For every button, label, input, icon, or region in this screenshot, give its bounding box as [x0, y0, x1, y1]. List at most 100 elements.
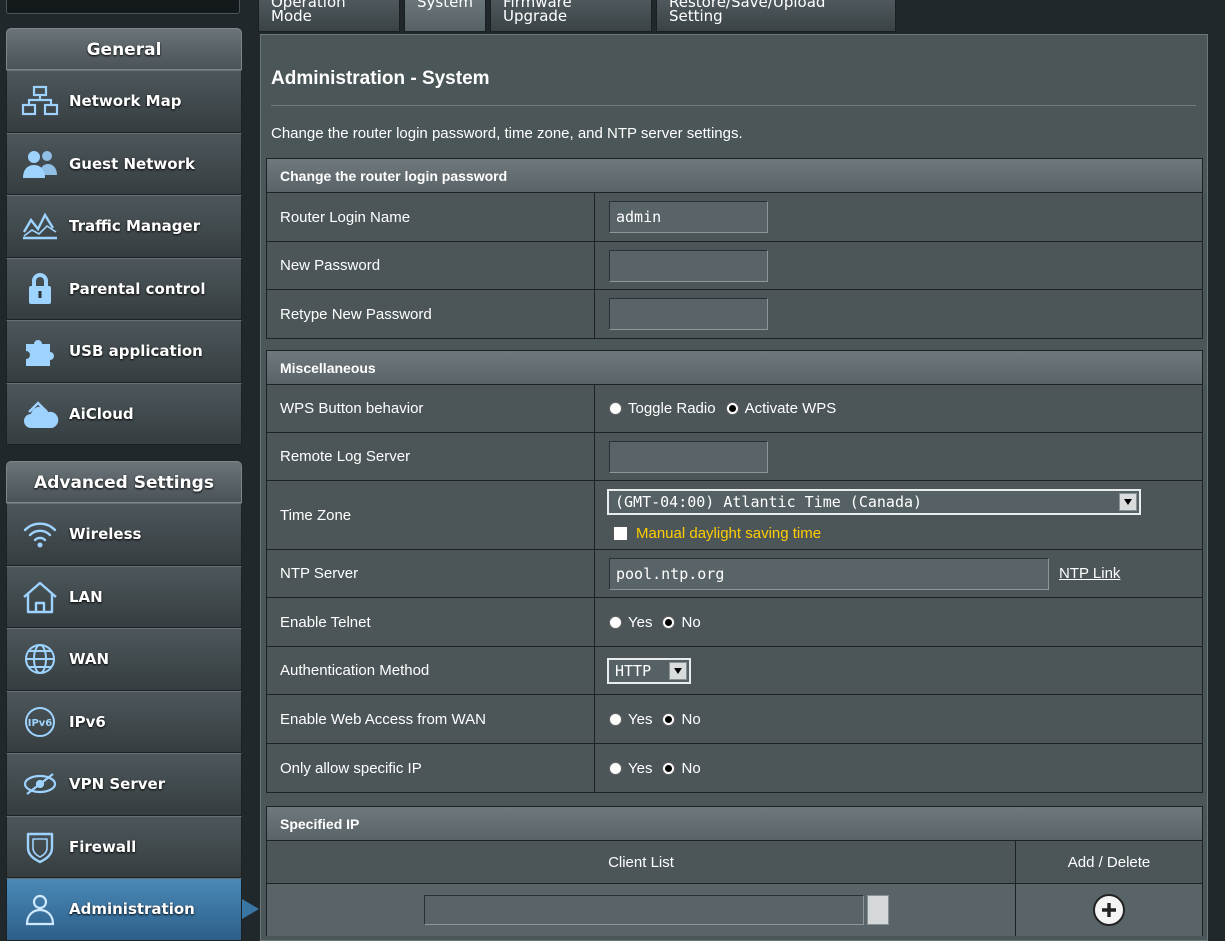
- add-ip-button[interactable]: [1093, 894, 1125, 926]
- sidebar: General Network Map Guest Network Traffi…: [0, 0, 259, 941]
- sidebar-item-guest-network[interactable]: Guest Network: [6, 132, 242, 195]
- sidebar-advanced-header: Advanced Settings: [6, 461, 242, 503]
- house-icon: [13, 577, 67, 617]
- sidebar-item-label: VPN Server: [69, 775, 166, 794]
- row-label: NTP Server: [267, 550, 595, 597]
- sidebar-general-group: General Network Map Guest Network Traffi…: [6, 28, 242, 445]
- globe-icon: [13, 639, 67, 679]
- sidebar-item-label: Administration: [69, 900, 195, 919]
- sidebar-item-label: LAN: [69, 587, 103, 606]
- new-password-input[interactable]: [609, 249, 768, 282]
- row-remote-log-server: Remote Log Server: [267, 433, 1202, 481]
- sidebar-advanced-group: Advanced Settings Wireless LAN WAN IPv6 …: [6, 461, 259, 941]
- remote-log-server-input[interactable]: [609, 440, 768, 473]
- sidebar-item-aicloud[interactable]: AiCloud: [6, 382, 242, 445]
- client-list-dropdown-button[interactable]: [867, 895, 889, 925]
- radio-dot[interactable]: [609, 712, 622, 726]
- row-specific-ip: Only allow specific IP Yes No: [267, 744, 1202, 792]
- row-new-password: New Password: [267, 242, 1202, 290]
- wifi-icon: [13, 514, 67, 554]
- tab-operation-mode[interactable]: Operation Mode: [258, 0, 400, 32]
- sidebar-item-label: Firewall: [69, 837, 137, 856]
- row-web-access-wan: Enable Web Access from WAN Yes No: [267, 695, 1202, 744]
- cloud-icon: [13, 394, 67, 434]
- sidebar-item-traffic-manager[interactable]: Traffic Manager: [6, 195, 242, 258]
- manual-dst-checkbox[interactable]: [613, 525, 628, 541]
- top-tabs: Operation Mode System Firmware Upgrade R…: [258, 0, 900, 32]
- puzzle-icon: [13, 331, 67, 371]
- ntp-link[interactable]: NTP Link: [1059, 565, 1120, 582]
- sidebar-item-vpn-server[interactable]: VPN Server: [6, 753, 242, 816]
- row-label: Authentication Method: [267, 647, 595, 694]
- web-access-yes-option[interactable]: Yes: [609, 711, 652, 728]
- row-label: Router Login Name: [267, 193, 595, 241]
- specific-ip-no-option[interactable]: No: [662, 760, 701, 777]
- sidebar-item-firewall[interactable]: Firewall: [6, 815, 242, 878]
- radio-dot[interactable]: [609, 615, 622, 629]
- radio-dot[interactable]: [662, 761, 676, 775]
- telnet-no-option[interactable]: No: [662, 614, 701, 631]
- section-header: Miscellaneous: [267, 351, 1202, 385]
- sidebar-item-ipv6[interactable]: IPv6 IPv6: [6, 690, 242, 753]
- row-ntp-server: NTP Server NTP Link: [267, 550, 1202, 598]
- page-title: Administration - System: [271, 68, 490, 89]
- sidebar-item-usb-application[interactable]: USB application: [6, 320, 242, 383]
- sidebar-item-label: WAN: [69, 650, 110, 669]
- sidebar-item-label: Traffic Manager: [69, 217, 201, 236]
- sidebar-item-label: Guest Network: [69, 154, 195, 173]
- network-map-icon: [13, 81, 67, 121]
- tab-system[interactable]: System: [404, 0, 486, 32]
- section-header: Specified IP: [267, 807, 1202, 841]
- shield-icon: [13, 827, 67, 867]
- sidebar-item-label: Parental control: [69, 279, 206, 298]
- wps-activate-wps-option[interactable]: Activate WPS: [725, 400, 836, 417]
- radio-dot[interactable]: [662, 615, 676, 629]
- radio-dot[interactable]: [662, 712, 676, 726]
- row-label: Time Zone: [267, 481, 595, 549]
- tab-restore-save-upload[interactable]: Restore/Save/Upload Setting: [656, 0, 896, 32]
- miscellaneous-section: Miscellaneous WPS Button behavior Toggle…: [266, 350, 1203, 793]
- radio-dot[interactable]: [725, 402, 739, 415]
- sidebar-item-lan[interactable]: LAN: [6, 565, 242, 628]
- sidebar-top-bar: [6, 0, 240, 14]
- lock-icon: [13, 269, 67, 309]
- router-login-name-input[interactable]: [609, 201, 768, 233]
- row-label: WPS Button behavior: [267, 385, 595, 432]
- sidebar-item-administration[interactable]: Administration: [6, 878, 259, 941]
- web-access-no-option[interactable]: No: [662, 711, 701, 728]
- sidebar-item-wireless[interactable]: Wireless: [6, 503, 242, 566]
- client-list-column-header: Client List: [267, 841, 1016, 883]
- row-label: Enable Telnet: [267, 598, 595, 646]
- row-router-login-name: Router Login Name: [267, 193, 1202, 242]
- chevron-down-icon[interactable]: [1119, 492, 1137, 511]
- table-row: [267, 884, 1202, 936]
- row-label: Enable Web Access from WAN: [267, 695, 595, 743]
- specific-ip-yes-option[interactable]: Yes: [609, 760, 652, 777]
- authentication-method-select[interactable]: HTTP: [607, 657, 691, 684]
- row-enable-telnet: Enable Telnet Yes No: [267, 598, 1202, 647]
- sidebar-item-parental-control[interactable]: Parental control: [6, 257, 242, 320]
- retype-password-input[interactable]: [609, 298, 768, 330]
- wps-toggle-radio-option[interactable]: Toggle Radio: [609, 400, 716, 417]
- sidebar-item-wan[interactable]: WAN: [6, 628, 242, 691]
- plus-icon: [1102, 903, 1116, 917]
- telnet-yes-option[interactable]: Yes: [609, 614, 652, 631]
- time-zone-select[interactable]: (GMT-04:00) Atlantic Time (Canada): [607, 488, 1141, 515]
- manual-dst-label: Manual daylight saving time: [636, 524, 822, 542]
- tab-firmware-upgrade[interactable]: Firmware Upgrade: [490, 0, 652, 32]
- row-label: New Password: [267, 242, 595, 289]
- client-ip-input[interactable]: [424, 895, 864, 925]
- radio-dot[interactable]: [609, 402, 622, 415]
- title-divider: [271, 105, 1196, 106]
- ntp-server-input[interactable]: [609, 557, 1049, 590]
- traffic-manager-icon: [13, 206, 67, 246]
- vpn-icon: [13, 764, 67, 804]
- chevron-down-icon[interactable]: [669, 661, 687, 680]
- radio-dot[interactable]: [609, 761, 622, 775]
- page-description: Change the router login password, time z…: [271, 125, 743, 142]
- sidebar-item-label: IPv6: [69, 712, 106, 731]
- svg-text:IPv6: IPv6: [28, 718, 53, 729]
- login-password-section: Change the router login password Router …: [266, 158, 1203, 339]
- guest-network-icon: [13, 144, 67, 184]
- sidebar-item-network-map[interactable]: Network Map: [6, 70, 242, 133]
